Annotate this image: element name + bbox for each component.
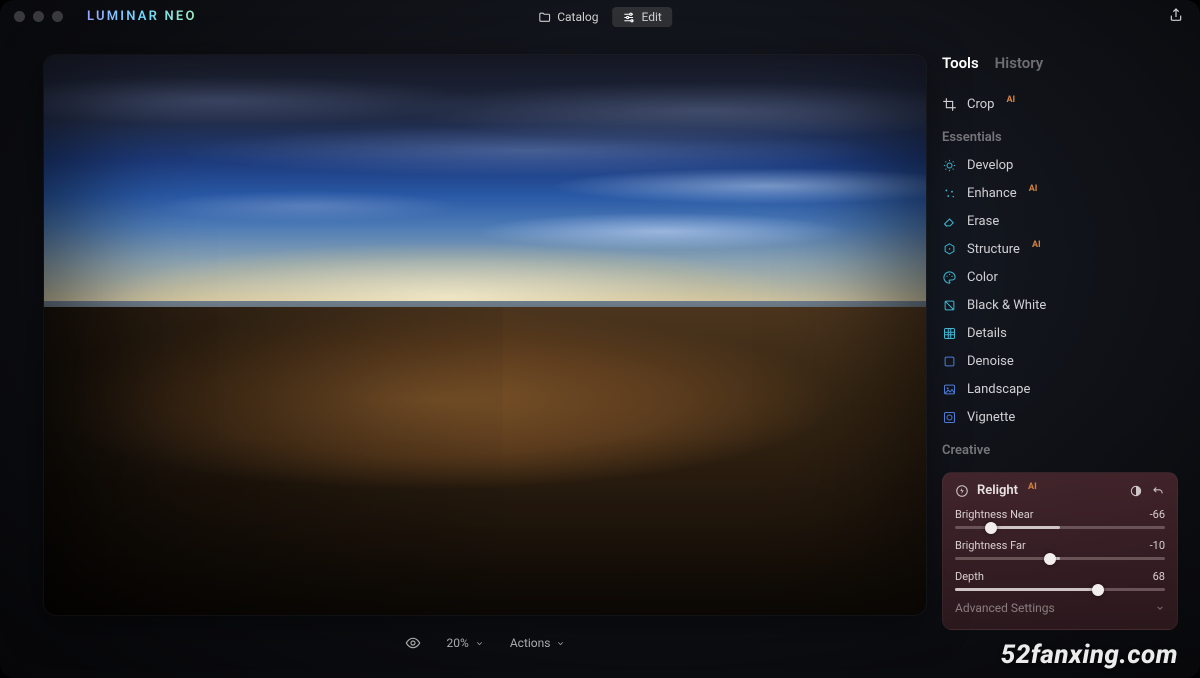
- section-creative: Creative: [942, 443, 1178, 458]
- slider-bfar[interactable]: Brightness Far -10: [955, 539, 1165, 560]
- slider-bnear-label: Brightness Near: [955, 508, 1033, 521]
- chevron-down-icon: [475, 639, 484, 648]
- actions-dropdown[interactable]: Actions: [510, 636, 566, 650]
- slider-thumb[interactable]: [1044, 553, 1056, 565]
- tool-landscape[interactable]: Landscape: [942, 375, 1178, 403]
- tool-develop[interactable]: Develop: [942, 151, 1178, 179]
- right-panel: Tools History Crop AI Essentials Develop…: [936, 50, 1200, 678]
- traffic-minimize[interactable]: [33, 11, 44, 22]
- mode-catalog-label: Catalog: [557, 10, 598, 24]
- relight-advanced-label: Advanced Settings: [955, 601, 1055, 615]
- box-icon: [942, 354, 957, 369]
- zoom-dropdown[interactable]: 20%: [447, 636, 484, 650]
- share-icon: [1168, 7, 1184, 23]
- mode-switcher: Catalog Edit: [528, 7, 672, 27]
- slider-bnear-value: -66: [1150, 508, 1165, 521]
- tool-relight-panel: Relight AI Brightness Near-66Brightness …: [942, 472, 1178, 630]
- tool-color[interactable]: Color: [942, 263, 1178, 291]
- actions-label: Actions: [510, 636, 551, 650]
- section-essentials: Essentials: [942, 130, 1178, 145]
- chevron-down-icon: [1155, 603, 1165, 613]
- mode-catalog[interactable]: Catalog: [528, 7, 608, 27]
- sun-icon: [942, 158, 957, 173]
- tab-history[interactable]: History: [995, 54, 1044, 72]
- mode-edit[interactable]: Edit: [612, 7, 671, 27]
- tool-enhance[interactable]: Enhance AI: [942, 179, 1178, 207]
- tool-vignette[interactable]: Vignette: [942, 403, 1178, 431]
- eraser-icon: [942, 214, 957, 229]
- tool-erase-label: Erase: [967, 214, 999, 229]
- canvas-area: 20% Actions: [0, 50, 936, 678]
- panel-tabs: Tools History: [942, 54, 1178, 72]
- tool-crop-label: Crop: [967, 97, 994, 112]
- sparkle-icon: [942, 186, 957, 201]
- ai-badge: AI: [1028, 482, 1037, 492]
- tool-details[interactable]: Details: [942, 319, 1178, 347]
- tool-color-label: Color: [967, 270, 998, 285]
- slider-depth[interactable]: Depth 68: [955, 570, 1165, 591]
- tool-denoise-label: Denoise: [967, 354, 1014, 369]
- slider-bfar-label: Brightness Far: [955, 539, 1026, 552]
- tool-erase[interactable]: Erase: [942, 207, 1178, 235]
- grid-icon: [942, 326, 957, 341]
- slider-track[interactable]: [955, 526, 1165, 529]
- tab-tools[interactable]: Tools: [942, 54, 979, 72]
- chevron-down-icon: [556, 639, 565, 648]
- traffic-close[interactable]: [14, 11, 25, 22]
- window-controls: [14, 11, 63, 22]
- slider-depth-label: Depth: [955, 570, 984, 583]
- circle-icon: [942, 410, 957, 425]
- tool-landscape-label: Landscape: [967, 382, 1030, 397]
- preview-toggle[interactable]: [405, 635, 421, 651]
- tool-develop-label: Develop: [967, 158, 1013, 173]
- mode-edit-label: Edit: [641, 10, 661, 24]
- share-button[interactable]: [1168, 7, 1184, 27]
- tool-crop[interactable]: Crop AI: [942, 90, 1178, 118]
- sliders-icon: [622, 11, 635, 24]
- crop-icon: [942, 97, 957, 112]
- slider-track[interactable]: [955, 557, 1165, 560]
- relight-advanced[interactable]: Advanced Settings: [955, 601, 1165, 615]
- tool-structure[interactable]: Structure AI: [942, 235, 1178, 263]
- slider-track[interactable]: [955, 588, 1165, 591]
- app-brand: LUMINAR NEO: [87, 9, 197, 24]
- tool-enhance-label: Enhance: [967, 186, 1017, 201]
- canvas-bottombar: 20% Actions: [405, 629, 566, 657]
- relight-title: Relight: [977, 483, 1018, 498]
- ai-badge: AI: [1032, 240, 1041, 250]
- tool-structure-label: Structure: [967, 242, 1020, 257]
- app-window: LUMINAR NEO Catalog Edit: [0, 0, 1200, 678]
- undo-icon[interactable]: [1151, 484, 1165, 498]
- slider-bfar-value: -10: [1150, 539, 1165, 552]
- relight-icon: [955, 484, 969, 498]
- folder-icon: [538, 11, 551, 24]
- tool-bw-label: Black & White: [967, 298, 1046, 313]
- hex-icon: [942, 242, 957, 257]
- tool-details-label: Details: [967, 326, 1007, 341]
- traffic-zoom[interactable]: [52, 11, 63, 22]
- ai-badge: AI: [1006, 95, 1015, 105]
- image-icon: [942, 382, 957, 397]
- tool-denoise[interactable]: Denoise: [942, 347, 1178, 375]
- eye-icon: [405, 635, 421, 651]
- tool-vignette-label: Vignette: [967, 410, 1015, 425]
- slider-thumb[interactable]: [1092, 584, 1104, 596]
- slider-bnear[interactable]: Brightness Near -66: [955, 508, 1165, 529]
- palette-icon: [942, 270, 957, 285]
- slider-depth-value: 68: [1153, 570, 1165, 583]
- ai-badge: AI: [1029, 184, 1038, 194]
- titlebar: LUMINAR NEO Catalog Edit: [0, 0, 1200, 32]
- mask-icon[interactable]: [1129, 484, 1143, 498]
- tool-bw[interactable]: Black & White: [942, 291, 1178, 319]
- image-canvas[interactable]: [44, 55, 926, 615]
- slider-thumb[interactable]: [985, 522, 997, 534]
- zoom-value: 20%: [447, 636, 469, 650]
- square-icon: [942, 298, 957, 313]
